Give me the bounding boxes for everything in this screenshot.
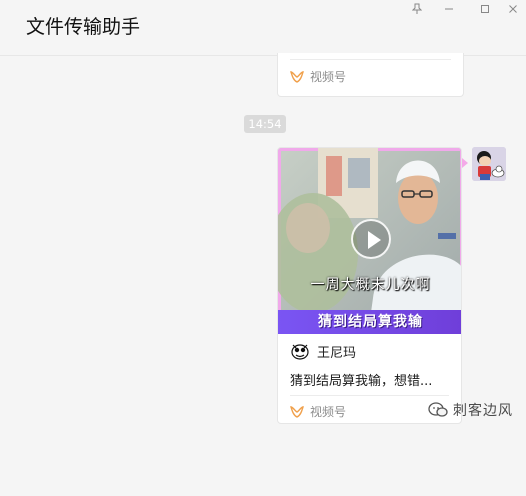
title-bar: 文件传输助手 [0, 0, 526, 56]
author-avatar [290, 341, 310, 361]
channel-source: 视频号 [290, 68, 346, 85]
pin-icon[interactable] [404, 0, 430, 18]
video-description: 猜到结局算我输，想错... [290, 374, 433, 389]
chat-title: 文件传输助手 [26, 16, 141, 38]
card-divider [290, 395, 449, 396]
video-thumbnail[interactable]: 一周大概末儿次啊 猜到结局算我输 [278, 148, 461, 334]
card-divider [290, 59, 451, 60]
channels-icon [290, 70, 304, 83]
author-name: 王尼玛 [317, 345, 357, 361]
wechat-official-account-icon [428, 402, 448, 417]
previous-channel-card[interactable]: 视频号 [277, 53, 464, 97]
channels-icon [290, 405, 304, 418]
video-banner-text: 猜到结局算我输 [278, 310, 461, 334]
maximize-icon[interactable] [472, 0, 498, 18]
video-channel-card[interactable]: 一周大概末儿次啊 猜到结局算我输 王尼玛 猜到结局算我输，想错... 视频号 [277, 147, 462, 424]
video-subtitle: 一周大概末儿次啊 [310, 277, 431, 293]
watermark: 刺客边风 [428, 400, 513, 420]
close-icon[interactable] [500, 0, 526, 18]
channel-source: 视频号 [290, 403, 346, 420]
message-timestamp: 14:54 [244, 115, 286, 133]
minimize-icon[interactable] [436, 0, 462, 18]
sender-avatar[interactable] [472, 147, 506, 181]
bubble-arrow [462, 158, 468, 168]
channel-source-label: 视频号 [310, 70, 347, 84]
channel-source-label: 视频号 [310, 405, 347, 419]
watermark-text: 刺客边风 [453, 403, 513, 419]
video-author[interactable]: 王尼玛 [290, 341, 356, 361]
play-icon[interactable] [351, 219, 391, 259]
chat-area[interactable]: 视频号 14:54 一周大概末儿次啊 猜到结局算我输 王尼玛 猜到结局算我输，想… [0, 53, 526, 439]
